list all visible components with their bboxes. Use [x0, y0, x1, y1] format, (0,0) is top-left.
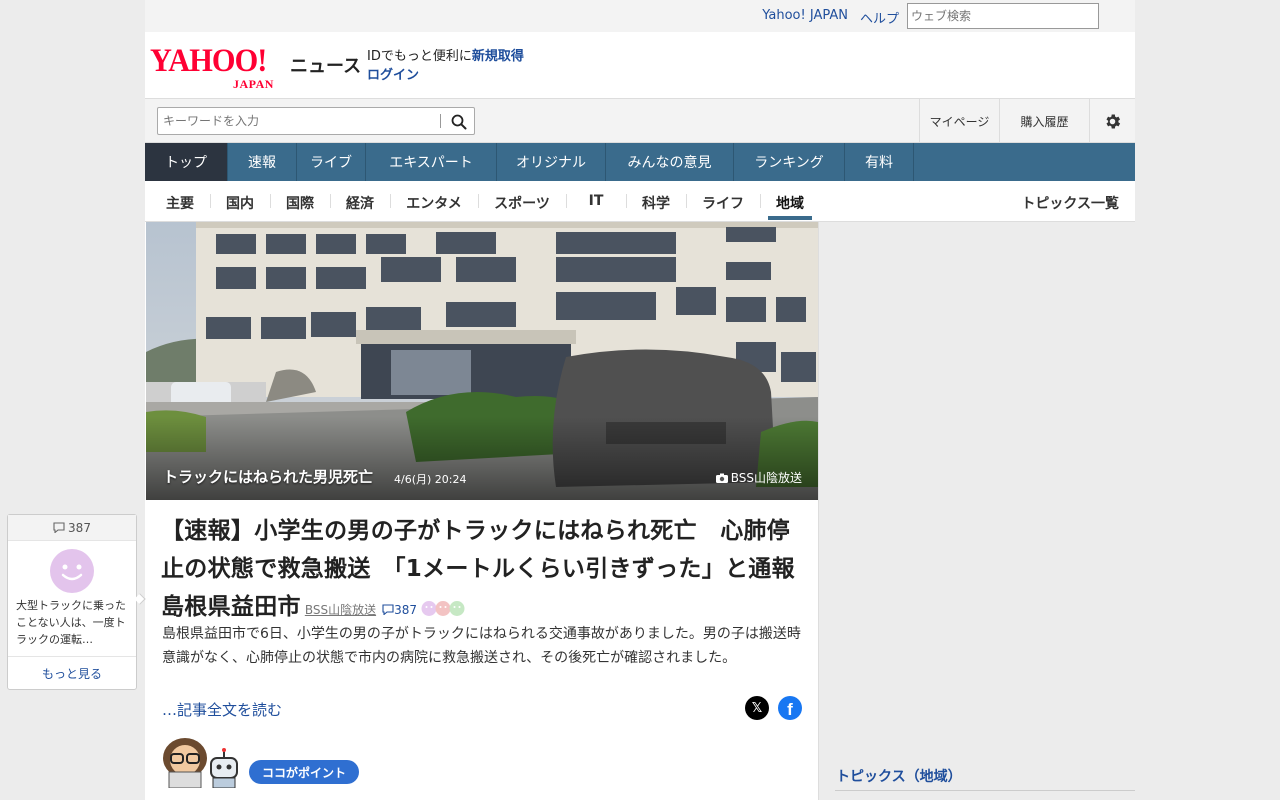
- local-topics-heading[interactable]: トピックス（地域）: [836, 766, 962, 786]
- see-more-comments-link[interactable]: もっと見る: [8, 656, 136, 690]
- category-sports[interactable]: スポーツ: [489, 193, 555, 213]
- main-nav: トップ 速報 ライブ エキスパート オリジナル みんなの意見 ランキング 有料: [145, 143, 1135, 181]
- category-divider: [626, 194, 627, 208]
- category-nav: 主要 国内 国際 経済 エンタメ スポーツ IT 科学 ライフ 地域 トピックス…: [145, 181, 1135, 222]
- mascot-characters-icon: [163, 738, 238, 789]
- comment-preview-box[interactable]: 387 大型トラックに乗ったことない人は、一度トラックの運転… もっと見る: [7, 514, 146, 690]
- category-domestic[interactable]: 国内: [221, 193, 259, 213]
- comment-preview-count-text: 387: [68, 520, 91, 535]
- search-icon[interactable]: [450, 113, 468, 131]
- signup-link[interactable]: 新規取得: [472, 49, 524, 64]
- comment-icon: [382, 604, 394, 616]
- mypage-link[interactable]: マイページ: [919, 99, 999, 143]
- nav-live[interactable]: ライブ: [297, 143, 366, 181]
- article-headline[interactable]: 【速報】小学生の男の子がトラックにはねられ死亡 心肺停止の状態で救急搬送 「1メ…: [161, 512, 818, 629]
- search-divider: [440, 114, 441, 128]
- yahoo-japan-link[interactable]: Yahoo! JAPAN: [762, 8, 848, 27]
- category-divider: [686, 194, 687, 208]
- smiley-avatar-icon: [50, 549, 94, 593]
- category-world[interactable]: 国際: [281, 193, 319, 213]
- help-link[interactable]: ヘルプ: [860, 8, 899, 27]
- logo-japan: JAPAN: [233, 77, 274, 91]
- building-photo: [146, 222, 818, 500]
- site-name: ニュース: [290, 56, 362, 77]
- comment-preview-count: 387: [8, 515, 136, 541]
- login-link[interactable]: ログイン: [367, 68, 419, 83]
- login-prompt: IDでもっと便利に: [367, 49, 472, 64]
- right-divider: [835, 790, 1135, 791]
- yahoo-news-logo[interactable]: YAHOO! JAPAN ニュース: [150, 43, 361, 92]
- x-share-icon[interactable]: 𝕏: [745, 696, 769, 720]
- article-column: トラックにはねられた男児死亡 4/6(月) 20:24 BSS山陰放送 【速報】…: [145, 222, 819, 800]
- facebook-share-icon[interactable]: f: [778, 696, 802, 720]
- category-it[interactable]: IT: [577, 193, 615, 209]
- gear-icon: [1106, 114, 1121, 128]
- active-category-indicator: [768, 216, 812, 220]
- nav-expert[interactable]: エキスパート: [366, 143, 497, 181]
- photo-caption: トラックにはねられた男児死亡: [163, 468, 374, 486]
- nav-breaking[interactable]: 速報: [228, 143, 297, 181]
- keyword-search-input[interactable]: [158, 108, 438, 134]
- category-divider: [330, 194, 331, 208]
- logo-wordmark: YAHOO!: [150, 43, 267, 79]
- photo-credit-text: BSS山陰放送: [730, 471, 802, 485]
- category-economy[interactable]: 経済: [341, 193, 379, 213]
- utility-links: Yahoo! JAPAN ヘルプ: [762, 8, 899, 27]
- nav-top[interactable]: トップ: [145, 143, 228, 181]
- speech-tail: [134, 593, 146, 605]
- purchase-history-link[interactable]: 購入履歴: [999, 99, 1089, 143]
- category-main[interactable]: 主要: [161, 193, 199, 213]
- site-header: YAHOO! JAPAN ニュース IDでもっと便利に新規取得 ログイン: [145, 32, 1135, 99]
- nav-paid[interactable]: 有料: [845, 143, 914, 181]
- article-lead: 島根県益田市で6日、小学生の男の子がトラックにはねられる交通事故がありました。男…: [162, 626, 801, 666]
- nav-opinion[interactable]: みんなの意見: [606, 143, 734, 181]
- comment-count: 387: [394, 603, 417, 617]
- comment-icon: [53, 522, 65, 533]
- comment-snippet: 大型トラックに乗ったことない人は、一度トラックの運転…: [16, 599, 126, 646]
- settings-button[interactable]: [1089, 99, 1135, 143]
- category-local[interactable]: 地域: [768, 193, 812, 213]
- category-divider: [210, 194, 211, 208]
- login-area: IDでもっと便利に新規取得 ログイン: [367, 47, 524, 85]
- article-source-link[interactable]: BSS山陰放送: [305, 603, 376, 617]
- category-entertainment[interactable]: エンタメ: [401, 193, 467, 213]
- nav-original[interactable]: オリジナル: [497, 143, 606, 181]
- category-divider: [566, 194, 567, 208]
- camera-icon: [715, 473, 728, 483]
- nav-ranking[interactable]: ランキング: [734, 143, 845, 181]
- article-photo[interactable]: トラックにはねられた男児死亡 4/6(月) 20:24 BSS山陰放送: [146, 222, 818, 500]
- photo-credit: BSS山陰放送: [715, 469, 802, 486]
- web-search-input[interactable]: [907, 3, 1099, 29]
- utility-bar: Yahoo! JAPAN ヘルプ: [145, 0, 1135, 32]
- category-science[interactable]: 科学: [637, 193, 675, 213]
- topics-list-link[interactable]: トピックス一覧: [1021, 193, 1119, 213]
- search-row: マイページ 購入履歴: [145, 99, 1135, 143]
- comment-count-link[interactable]: 387: [382, 603, 417, 617]
- reaction-faces-icon: [421, 601, 465, 616]
- category-life[interactable]: ライフ: [697, 193, 749, 213]
- category-divider: [390, 194, 391, 208]
- category-divider: [760, 194, 761, 208]
- point-section[interactable]: ココがポイント: [161, 736, 360, 792]
- category-divider: [478, 194, 479, 208]
- headline-text: 【速報】小学生の男の子がトラックにはねられ死亡 心肺停止の状態で救急搬送 「1メ…: [161, 518, 819, 620]
- point-badge[interactable]: ココがポイント: [249, 760, 360, 784]
- photo-date: 4/6(月) 20:24: [394, 473, 467, 486]
- keyword-search-box: [157, 107, 475, 135]
- category-divider: [270, 194, 271, 208]
- read-full-article-link[interactable]: …記事全文を読む: [162, 699, 282, 720]
